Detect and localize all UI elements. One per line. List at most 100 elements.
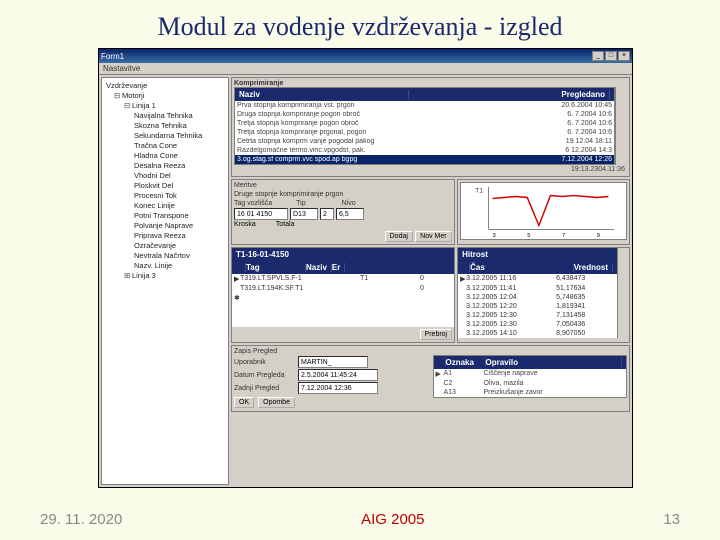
table-row[interactable]: Razdelgomačne termo.vinc.vpgodst, pak.6 … (235, 146, 614, 155)
app-window: Form1 _ □ × Nastavitve Vzdrževanje ⊟Moto… (98, 48, 633, 488)
line-chart: T1 3 5 7 9 (460, 182, 627, 240)
merit-description: Druge stopnje komprimiranje prgon (234, 189, 452, 200)
date-input[interactable]: 2.5.2004 11:45:24 (298, 369, 378, 381)
table-row[interactable]: 3.12.2005 11:4151,17634 (458, 284, 617, 293)
table-row[interactable]: 3.12.2005 12:307,050436 (458, 320, 617, 329)
titlebar: Form1 _ □ × (99, 49, 632, 63)
table-row[interactable]: 3.12.2005 12:307,131458 (458, 311, 617, 320)
col-header: Naziv (239, 90, 409, 99)
col-header: Oznaka (446, 358, 486, 367)
tree-panel[interactable]: Vzdrževanje ⊟Motorji ⊟Linija 1 Navijalna… (101, 77, 229, 485)
tree-leaf[interactable]: Nazv. Linije (106, 260, 224, 270)
tip-select[interactable]: D13 (290, 208, 318, 220)
field-label: Totala (276, 221, 295, 228)
bottom-panel: Zapis Pregled Uporabnik MARTIN_ Datum Pre… (231, 345, 630, 412)
field-label: Kroska (234, 221, 256, 228)
tree-label: Linija 3 (132, 271, 156, 280)
scrollbar[interactable] (617, 248, 629, 338)
scrollbar[interactable] (615, 87, 627, 165)
table-row[interactable]: Prva stopnja komprimiranja vst. prgon20.… (235, 101, 614, 110)
field-label: Datum Pregleda (234, 372, 294, 379)
panel-title: Komprimiranje (234, 80, 627, 87)
table-row[interactable]: 3.12.2005 12:201,819341 (458, 302, 617, 311)
col-header: Tag (246, 263, 306, 272)
svg-text:7: 7 (562, 233, 565, 239)
field-label: Uporabnik (234, 359, 294, 366)
panel-title: Hitrost (458, 248, 617, 261)
tree-label: Motorji (122, 91, 145, 100)
table-row[interactable]: C2Oliva, mazila (434, 379, 627, 388)
nivo-input[interactable]: 6,5 (336, 208, 364, 220)
add-button[interactable]: Dodaj (385, 231, 413, 242)
notes-button[interactable]: Opombe (258, 397, 295, 408)
field-label: Zadnji Pregled (234, 385, 294, 392)
table-row[interactable]: ▶3.12.2005 11:166,438473 (458, 274, 617, 284)
tree-leaf[interactable]: Vhodni Del (106, 170, 224, 180)
svg-text:5: 5 (527, 233, 530, 239)
table-row[interactable]: Tretja stopnja kompriranje prgonal, pogo… (235, 128, 614, 137)
q-input[interactable]: 2 (320, 208, 334, 220)
table-row[interactable]: A13Preizkušanje zavor (434, 388, 627, 397)
merit-panel: Meritve Druge stopnje komprimiranje prgo… (231, 179, 455, 245)
chart-panel: T1 3 5 7 9 (457, 179, 630, 245)
chart-series-label: T1 (475, 188, 483, 195)
table-row-selected[interactable]: 3.og.stag.sf comprm.vvc spod.ap bgpg7.12… (235, 155, 614, 164)
table-row[interactable]: 3.12.2005 12:045,748635 (458, 293, 617, 302)
tree-leaf[interactable]: Hladna Cone (106, 150, 224, 160)
table-row[interactable]: Četrta stopnja komprm vanje pogodal pako… (235, 137, 614, 146)
user-input[interactable]: MARTIN_ (298, 356, 368, 368)
menu-item[interactable]: Nastavitve (99, 63, 632, 75)
grid-header: Čas Vrednost (458, 261, 617, 274)
tree-leaf[interactable]: Ozračevanje (106, 240, 224, 250)
tree-leaf[interactable]: Ploskvit Del (106, 180, 224, 190)
table-row[interactable]: T319.LT.194K.SF.T10 (232, 284, 454, 293)
tree-node[interactable]: ⊞Linija 3 (106, 270, 224, 280)
tree-leaf[interactable]: Priprava Reeza (106, 230, 224, 240)
footer-page: 13 (663, 511, 680, 528)
table-row[interactable]: ✱ (232, 293, 454, 303)
tags-panel: T1-16-01-4150 Tag Naziv Er ▶T319.LT.SPVL… (231, 247, 455, 343)
table-row[interactable]: Tretja stopnja kompriranje pogon obroč6.… (235, 119, 614, 128)
last-input[interactable]: 7.12.2004 12:36 (298, 382, 378, 394)
svg-text:9: 9 (596, 233, 599, 239)
table-row[interactable]: ▶A1Čiščenje naprave (434, 369, 627, 379)
grid-header: Naziv Pregledano (235, 88, 614, 101)
panel-title: Zapis Pregled (234, 348, 627, 355)
col-header: Er (332, 263, 345, 272)
prebroj-button[interactable]: Prebroj (420, 329, 453, 340)
tree-leaf[interactable]: Sekundarna Tehnika (106, 130, 224, 140)
tag-input[interactable]: 16 01 4150 (234, 208, 288, 220)
window-title: Form1 (101, 52, 591, 61)
tree-leaf[interactable]: Nevtrala Načrtov (106, 250, 224, 260)
table-row[interactable]: 3.12.2005 14:108,907050 (458, 329, 617, 338)
tree-node[interactable]: ⊟Motorji (106, 90, 224, 100)
field-label: Tag vozlišča (234, 200, 272, 207)
grid-header: Tag Naziv Er (232, 261, 454, 274)
tree-leaf[interactable]: Polvanje Naprave (106, 220, 224, 230)
field-label: Tip (296, 200, 305, 207)
tree-label: Linija 1 (132, 101, 156, 110)
tree-node[interactable]: ⊟Linija 1 (106, 100, 224, 110)
ok-button[interactable]: OK (234, 397, 254, 408)
table-row[interactable]: Druga stopnja kompriranje pogon obroč6. … (235, 110, 614, 119)
maximize-icon[interactable]: □ (605, 51, 617, 61)
new-mer-button[interactable]: Nov Mer (415, 231, 451, 242)
panel-title: T1-16-01-4150 (232, 248, 454, 261)
minimize-icon[interactable]: _ (592, 51, 604, 61)
tree-leaf[interactable]: Konec Linije (106, 200, 224, 210)
tree-leaf[interactable]: Navijalna Tehnika (106, 110, 224, 120)
col-header: Vrednost (574, 263, 613, 272)
tree-leaf[interactable]: Skozna Tehnika (106, 120, 224, 130)
tree-leaf[interactable]: Procesni Tok (106, 190, 224, 200)
table-row[interactable]: ▶T319.LT.SPVLS.F-1T10 (232, 274, 454, 284)
tree-root[interactable]: Vzdrževanje (106, 80, 224, 90)
field-label: Nivo (342, 200, 356, 207)
col-header: Pregledano (409, 90, 610, 99)
tree-leaf[interactable]: Potni Transpone (106, 210, 224, 220)
tree-leaf[interactable]: Tračna Cone (106, 140, 224, 150)
tree-leaf[interactable]: Desalna Reeza (106, 160, 224, 170)
close-icon[interactable]: × (618, 51, 630, 61)
slide-title: Modul za vodenje vzdrževanja - izgled (0, 0, 720, 50)
col-header: Čas (470, 263, 574, 272)
top-grid-panel: Komprimiranje Naziv Pregledano Prva stop… (231, 77, 630, 177)
